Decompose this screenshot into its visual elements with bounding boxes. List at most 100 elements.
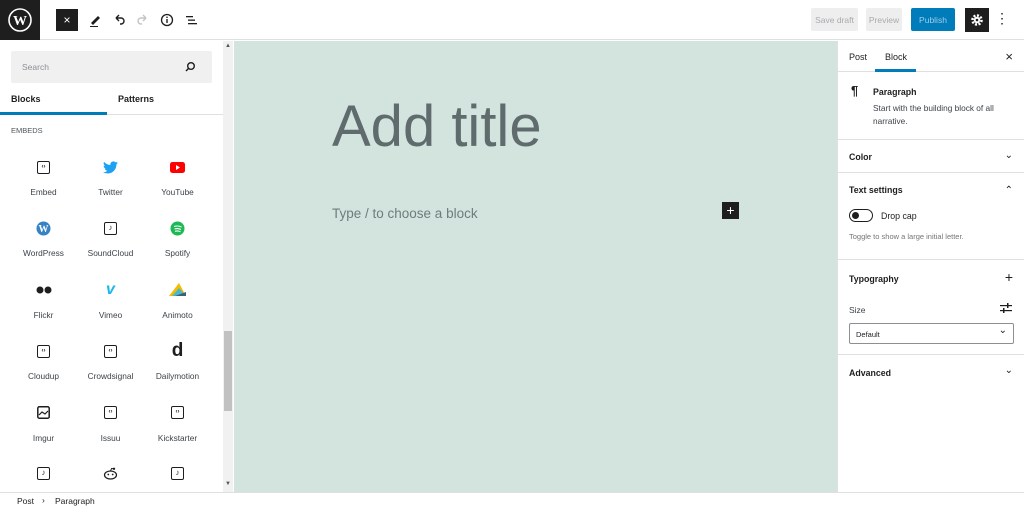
dailymotion-icon: d — [171, 340, 184, 362]
chevron-up-icon[interactable]: ⌃ — [1005, 185, 1013, 196]
block-item-animoto[interactable]: Animoto — [144, 273, 211, 334]
custom-size-icon[interactable] — [1000, 302, 1012, 314]
tab-block[interactable]: Block — [885, 52, 907, 62]
block-label: Flickr — [33, 309, 54, 320]
tab-post[interactable]: Post — [849, 52, 867, 62]
audio-icon: ♪ — [102, 219, 120, 237]
typography-panel: Typography + Size Default ⌄ — [838, 260, 1024, 355]
chevron-down-icon: ⌄ — [1004, 365, 1013, 376]
drop-cap-label: Drop cap — [881, 211, 917, 221]
block-label: Spotify — [164, 248, 191, 259]
wordpress-icon: W — [8, 8, 32, 32]
save-draft-button[interactable]: Save draft — [811, 8, 858, 31]
block-item-soundcloud[interactable]: ♪ SoundCloud — [77, 211, 144, 272]
list-view-icon — [186, 16, 197, 25]
post-title-input[interactable]: Add title — [332, 93, 542, 160]
drop-cap-help: Toggle to show a large initial letter. — [849, 232, 964, 241]
block-item-item[interactable] — [77, 457, 144, 518]
block-item-flickr[interactable]: Flickr — [10, 273, 77, 334]
redo-icon — [137, 14, 147, 25]
block-inserter-panel: Search Blocks Patterns EMBEDS ‹› Embed Twi… — [0, 41, 233, 492]
block-label: Crowdsignal — [87, 371, 134, 382]
block-label: WordPress — [23, 248, 64, 259]
close-sidebar-button[interactable]: × — [1005, 49, 1013, 64]
scrollbar-thumb[interactable] — [224, 331, 232, 411]
publish-button[interactable]: Publish — [911, 8, 955, 31]
scroll-up-arrow[interactable]: ▲ — [225, 43, 231, 49]
top-toolbar: W × Save draft Preview Publish ⋮ — [0, 0, 1024, 40]
youtube-icon — [169, 158, 187, 176]
embed-icon: ‹› — [102, 342, 120, 360]
block-label: Animoto — [162, 309, 193, 320]
breadcrumb-post[interactable]: Post — [17, 496, 34, 506]
reddit-icon — [102, 465, 120, 483]
block-item-kickstarter[interactable]: ‹› Kickstarter — [144, 396, 211, 457]
pencil-icon — [90, 16, 100, 27]
drop-cap-toggle[interactable] — [849, 209, 873, 222]
search-icon — [185, 62, 195, 72]
inserter-tabs: Blocks Patterns — [0, 88, 223, 115]
flickr-icon — [35, 281, 53, 299]
block-label: Twitter — [98, 187, 123, 197]
block-item-imgur[interactable]: Imgur — [10, 396, 77, 457]
redo-button[interactable] — [132, 9, 154, 31]
details-button[interactable] — [156, 9, 178, 31]
active-tab-indicator — [0, 112, 107, 115]
block-item-embed[interactable]: ‹› Embed — [10, 150, 77, 211]
toggle-knob — [852, 212, 859, 219]
sidebar-tabs: Post Block × — [838, 41, 1024, 72]
list-view-button[interactable] — [180, 9, 202, 31]
block-description: Start with the building block of all nar… — [873, 103, 994, 126]
block-label: Vimeo — [98, 309, 123, 320]
breadcrumb-paragraph[interactable]: Paragraph — [55, 496, 95, 506]
image-icon — [35, 404, 53, 422]
plus-icon[interactable]: + — [1005, 269, 1013, 285]
add-block-button[interactable]: + — [722, 202, 739, 219]
breadcrumb: Post › Paragraph — [0, 492, 1024, 508]
paragraph-icon: ¶ — [851, 83, 859, 98]
block-item-dailymotion[interactable]: d Dailymotion — [144, 334, 211, 395]
block-label: Embed — [30, 187, 57, 197]
block-label: Dailymotion — [155, 371, 200, 382]
block-grid: ‹› Embed Twitter YouTube W WordPress ♪ SoundClo… — [10, 150, 213, 518]
font-size-select[interactable]: Default ⌄ — [849, 323, 1014, 344]
block-item-spotify[interactable]: Spotify — [144, 211, 211, 272]
scrollbar[interactable]: ▲ ▼ — [223, 41, 233, 492]
tab-patterns[interactable]: Patterns — [118, 94, 154, 104]
paragraph-block[interactable]: Type / to choose a block — [332, 206, 478, 221]
preview-button[interactable]: Preview — [866, 8, 902, 31]
svg-text:W: W — [39, 224, 49, 235]
embed-icon: ‹› — [102, 404, 120, 422]
options-menu-button[interactable]: ⋮ — [995, 10, 1009, 30]
block-label: YouTube — [161, 187, 194, 197]
advanced-panel-toggle[interactable]: Advanced ⌄ — [838, 355, 1024, 389]
settings-button[interactable] — [965, 8, 989, 32]
block-item-twitter[interactable]: Twitter — [77, 150, 144, 211]
scroll-down-arrow[interactable]: ▼ — [225, 481, 231, 487]
vimeo-icon: v — [106, 280, 115, 298]
block-item-vimeo[interactable]: v Vimeo — [77, 273, 144, 334]
block-item-youtube[interactable]: YouTube — [144, 150, 211, 211]
wordpress-logo-button[interactable]: W — [0, 0, 40, 40]
text-settings-heading[interactable]: Text settings — [849, 185, 903, 195]
tools-button[interactable] — [84, 9, 106, 31]
block-item-issuu[interactable]: ‹› Issuu — [77, 396, 144, 457]
block-item-crowdsignal[interactable]: ‹› Crowdsignal — [77, 334, 144, 395]
animoto-icon — [169, 281, 187, 299]
size-label: Size — [849, 305, 866, 315]
typography-heading: Typography — [849, 274, 899, 284]
block-item-item[interactable]: ♪ — [144, 457, 211, 518]
block-item-item[interactable]: ♪ — [10, 457, 77, 518]
advanced-heading: Advanced — [849, 368, 892, 378]
color-panel-toggle[interactable]: Color ⌄ — [838, 140, 1024, 173]
block-name: Paragraph — [873, 87, 917, 97]
block-item-wordpress[interactable]: W WordPress — [10, 211, 77, 272]
block-item-cloudup[interactable]: ‹› Cloudup — [10, 334, 77, 395]
search-input[interactable]: Search — [11, 51, 212, 83]
tab-blocks[interactable]: Blocks — [11, 94, 41, 104]
text-settings-panel: Text settings ⌃ Drop cap Toggle to show … — [838, 173, 1024, 260]
close-inserter-button[interactable]: × — [56, 9, 78, 31]
undo-button[interactable] — [108, 9, 130, 31]
block-label: Kickstarter — [157, 432, 198, 443]
gear-icon — [971, 14, 983, 26]
